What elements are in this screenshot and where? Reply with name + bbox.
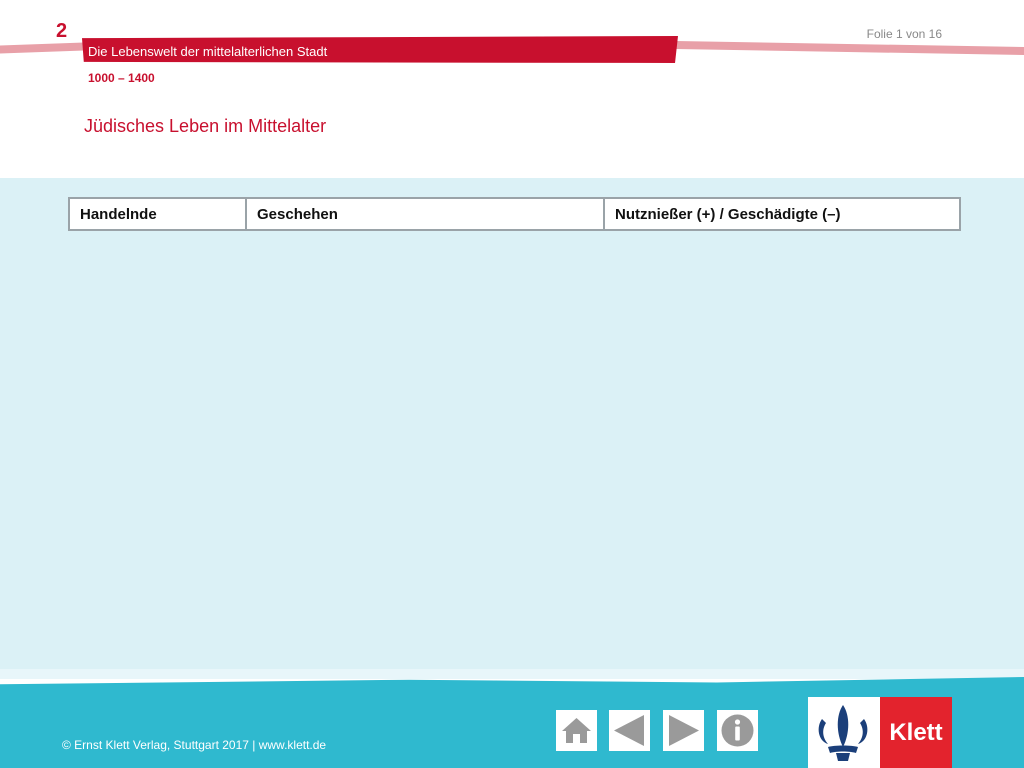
slide-header: 2 Folie 1 von 16 Die Lebenswelt der mitt… xyxy=(0,0,1024,178)
home-button[interactable] xyxy=(556,710,597,751)
klett-logo: Klett xyxy=(808,697,952,768)
header-stripe-left xyxy=(0,42,84,54)
slide-counter: Folie 1 von 16 xyxy=(866,27,942,41)
chapter-number: 2 xyxy=(56,20,68,42)
klett-logo-red: Klett xyxy=(880,697,952,768)
slide-page: 2 Folie 1 von 16 Die Lebenswelt der mitt… xyxy=(0,0,1024,768)
previous-button[interactable] xyxy=(609,710,650,751)
column-header-beneficiaries: Nutznießer (+) / Geschädigte (–) xyxy=(603,197,961,231)
content-area: Handelnde Geschehen Nutznießer (+) / Ges… xyxy=(0,178,1024,670)
info-button[interactable] xyxy=(717,710,758,751)
table-header-row: Handelnde Geschehen Nutznießer (+) / Ges… xyxy=(68,197,961,231)
home-icon xyxy=(556,710,597,751)
column-header-events: Geschehen xyxy=(245,197,605,231)
page-title: Jüdisches Leben im Mittelalter xyxy=(84,116,327,136)
triangle-left-icon xyxy=(609,710,650,751)
data-table: Handelnde Geschehen Nutznießer (+) / Ges… xyxy=(68,197,961,231)
klett-emblem-icon xyxy=(808,697,878,768)
copyright-text: © Ernst Klett Verlag, Stuttgart 2017 | w… xyxy=(62,738,327,752)
next-button[interactable] xyxy=(663,710,704,751)
klett-logo-text: Klett xyxy=(889,719,943,746)
chapter-title: Die Lebenswelt der mittelalterlichen Sta… xyxy=(88,44,328,59)
triangle-right-icon xyxy=(663,710,704,751)
header-stripe-right xyxy=(676,40,1024,56)
period-label: 1000 – 1400 xyxy=(88,71,155,85)
info-icon xyxy=(717,710,758,751)
column-header-actors: Handelnde xyxy=(68,197,247,231)
footer-shadow xyxy=(0,669,1024,679)
